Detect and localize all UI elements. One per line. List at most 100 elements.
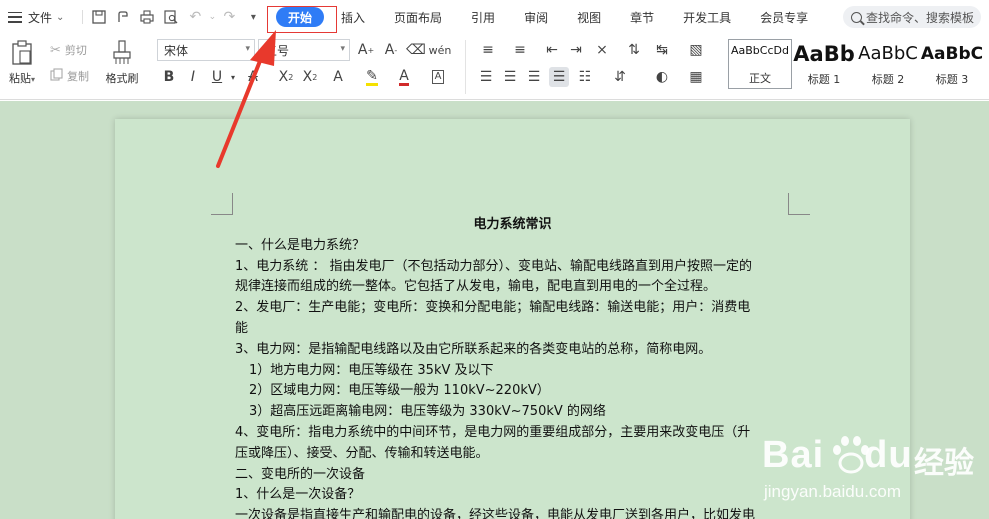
font-color-icon[interactable]: A [394,67,414,87]
sort-icon[interactable]: ⇅ [624,40,644,60]
watermark-cn-text: 经验 [914,446,974,481]
style-heading-3-sample: AaBbC [920,44,984,64]
underline-icon[interactable]: U [207,67,227,87]
customize-toolbar-icon[interactable]: ▾ [241,5,265,29]
character-border-icon[interactable]: A [428,67,448,87]
undo-icon[interactable]: ↶ [183,5,207,29]
text-effect-icon[interactable]: A [328,67,348,87]
decrease-indent-icon[interactable]: ⇤ [542,40,562,60]
align-right-icon[interactable]: ☰ [524,67,544,87]
toolbar-separator [82,10,84,24]
tab-member[interactable]: 会员专享 [760,0,808,34]
superscript-icon[interactable]: X2 [276,67,296,87]
bold-icon[interactable]: B [159,67,179,87]
strikethrough-icon[interactable]: A [243,67,263,87]
ribbon-tabs: 开始 插入 页面布局 引用 审阅 视图 章节 开发工具 会员专享 [276,0,808,34]
paragraph: 一次设备是指直接生产和输配电的设备，经这些设备，电能从发电厂送到各用户，比如发电 [235,508,756,519]
shading-icon[interactable]: ◐ [652,67,672,87]
document-body[interactable]: 电力系统常识 一、什么是电力系统？ 1、电力系统 ： 指由发电厂（不包括动力部分… [235,215,790,519]
tab-bar: 文件 ⌄ ↶ ⌄ ↷ ▾ 开始 插入 页面布局 引用 审阅 视图 章节 开发工具… [0,0,989,34]
format-painter-icon [111,40,133,66]
paste-label: 粘贴 [8,72,31,85]
tab-page-layout[interactable]: 页面布局 [394,0,442,34]
paragraph: 1、电力系统 ： 指由发电厂（不包括动力部分）、变电站、输配电线路直到用户按照一… [235,258,753,274]
scissors-icon: ✂ [50,42,61,58]
chinese-layout-icon[interactable]: ⨯ [592,40,612,60]
borders-icon[interactable]: ▦ [686,67,706,87]
subscript-icon[interactable]: X2 [300,67,320,87]
tab-references[interactable]: 引用 [471,0,495,34]
format-painter-button[interactable]: 格式刷 [102,40,142,86]
font-name-select[interactable]: 宋体 ▾ [157,39,255,61]
line-spacing-icon[interactable]: ⇵ [610,67,630,87]
bullet-list-icon[interactable]: ≡ [478,40,498,60]
tab-chapter[interactable]: 章节 [630,0,654,34]
copy-icon [50,68,63,84]
annotation-highlight-box [267,6,337,33]
redo-icon[interactable]: ↷ [217,5,241,29]
paragraph: 4、变电所：指电力系统中的中间环节，是电力网的重要组成部分，主要用来改变电压（升 [235,424,751,440]
command-search-box[interactable]: 查找命令、搜索模板 [843,6,981,28]
ribbon-separator [465,40,466,94]
baidu-jingyan-watermark: Bai du 经验 jingyan.baidu.com [760,430,989,519]
font-name-dropdown-icon: ▾ [245,44,250,54]
numbered-list-icon[interactable]: ≡ [510,40,530,60]
tab-view[interactable]: 视图 [577,0,601,34]
save-icon[interactable] [87,5,111,29]
justify-icon[interactable]: ☰ [549,67,569,87]
format-painter-label: 格式刷 [105,72,139,85]
increase-indent-icon[interactable]: ⇥ [566,40,586,60]
paragraph: 3、电力网：是指输配电线路以及由它所联系起来的各类变电站的总称，简称电网。 [235,341,712,357]
style-heading-3-name: 标题 3 [935,73,969,86]
paw-icon [833,436,869,474]
clipboard-icon [11,40,33,66]
export-pdf-icon[interactable] [111,5,135,29]
phonetic-guide-icon[interactable]: wén [429,40,452,60]
paragraph: 2）区域电力网：电压等级一般为 110kV~220kV） [249,383,550,399]
style-normal-name: 正文 [749,72,771,85]
underline-dropdown-icon[interactable]: ▾ [228,67,238,87]
style-normal[interactable]: AaBbCcDd 正文 [728,39,792,89]
file-menu-label: 文件 [28,10,53,25]
copy-button[interactable]: 复制 [50,68,89,84]
ribbon-toolbar: 粘贴▾ ✂ 剪切 复制 格式刷 宋体 ▾ 五号 ▾ A + A- ⌫ wén B … [0,34,989,100]
style-heading-1-sample: AaBb [793,43,855,65]
tab-developer[interactable]: 开发工具 [683,0,731,34]
document-title: 电力系统常识 [473,217,552,232]
distributed-align-icon[interactable]: ☷ [575,67,595,87]
paragraph: 二、变电所的一次设备 [235,466,366,482]
search-placeholder: 查找命令、搜索模板 [866,10,975,25]
styles-gallery: AaBbCcDd 正文 AaBb 标题 1 AaBbC 标题 2 AaBbC 标… [728,39,988,89]
paragraph: 规律连接而组成的统一整体。它包括了从发电，输电，配电直到用电的一个全过程。 [235,279,717,295]
quick-access-toolbar: ↶ ⌄ ↷ ▾ [78,5,265,29]
paste-button[interactable]: 粘贴▾ [4,40,40,86]
file-menu[interactable]: 文件 ⌄ [0,0,64,34]
style-normal-sample: AaBbCcDd [731,44,789,57]
align-left-icon[interactable]: ☰ [476,67,496,87]
style-heading-2[interactable]: AaBbC 标题 2 [856,39,920,89]
font-size-select[interactable]: 五号 ▾ [258,39,350,61]
italic-icon[interactable]: I [183,67,203,87]
print-icon[interactable] [135,5,159,29]
show-marks-icon[interactable]: ▧ [686,40,706,60]
cut-button[interactable]: ✂ 剪切 [50,42,87,58]
undo-dropdown-icon[interactable]: ⌄ [207,5,217,29]
paragraph: 一、什么是电力系统？ [235,237,366,253]
tab-insert[interactable]: 插入 [341,0,365,34]
style-heading-1-name: 标题 1 [807,73,841,86]
paragraph: 2、发电厂：生产电能；变电所：变换和分配电能；输配电线路：输送电能；用户：消费电 [235,300,751,316]
watermark-url: jingyan.baidu.com [764,482,902,501]
highlight-color-icon[interactable]: ✎ [362,67,382,87]
page-corner-mark [211,193,233,215]
text-direction-icon[interactable]: ↹ [652,40,672,60]
style-heading-3[interactable]: AaBbC 标题 3 [920,39,984,89]
tab-review[interactable]: 审阅 [524,0,548,34]
clear-format-icon[interactable]: ⌫ [406,40,426,60]
paragraph: 1）地方电力网：电压等级在 35kV 及以下 [249,362,494,378]
font-name-value: 宋体 [164,43,189,58]
style-heading-1[interactable]: AaBb 标题 1 [792,39,856,89]
increase-font-size-icon[interactable]: A + [356,40,376,60]
align-center-icon[interactable]: ☰ [500,67,520,87]
decrease-font-size-icon[interactable]: A- [381,40,401,60]
print-preview-icon[interactable] [159,5,183,29]
